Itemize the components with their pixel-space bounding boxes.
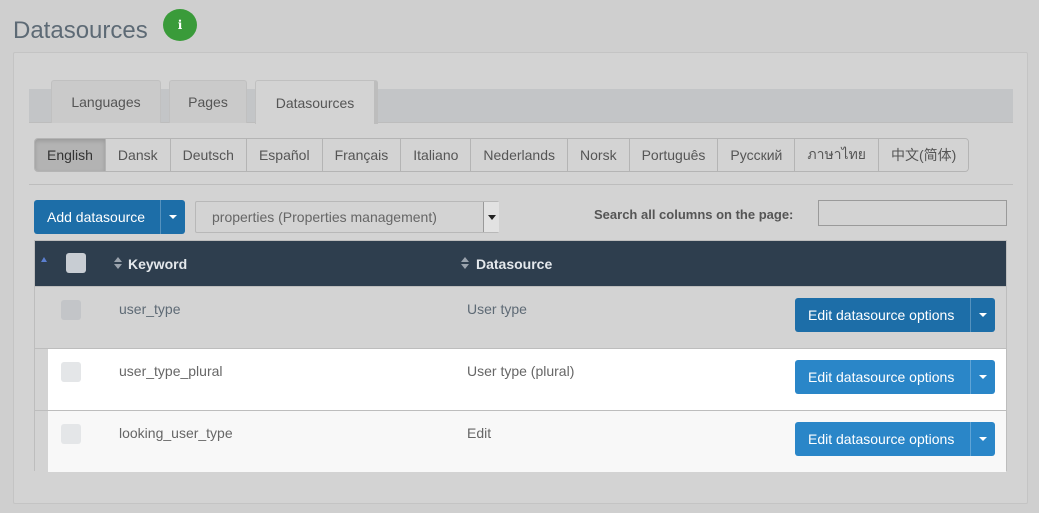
- table-row: user_type_plural User type (plural) Edit…: [35, 348, 1006, 411]
- add-datasource-label: Add datasource: [47, 209, 146, 225]
- lang-button-russian[interactable]: Русский: [718, 139, 796, 171]
- edit-options-label: Edit datasource options: [808, 431, 955, 447]
- edit-datasource-options-button[interactable]: Edit datasource options: [795, 360, 995, 394]
- lang-button-dansk[interactable]: Dansk: [105, 139, 171, 171]
- datasource-select[interactable]: properties (Properties management): [195, 201, 499, 233]
- select-arrow-icon[interactable]: [483, 202, 499, 232]
- edit-datasource-options-button[interactable]: Edit datasource options: [795, 298, 995, 332]
- add-datasource-button[interactable]: Add datasource: [34, 200, 185, 234]
- cell-datasource: Edit: [467, 425, 492, 441]
- lang-button-norsk[interactable]: Norsk: [568, 139, 630, 171]
- tab-strip: Languages Pages Datasources: [29, 80, 1013, 124]
- row-edge: [35, 411, 48, 473]
- sort-ascending-icon[interactable]: [41, 257, 47, 262]
- edit-options-label: Edit datasource options: [808, 369, 955, 385]
- cell-datasource: User type: [467, 301, 527, 317]
- cell-keyword: user_type_plural: [119, 363, 223, 379]
- caret-down-icon: [979, 437, 987, 441]
- tab-pages[interactable]: Pages: [169, 80, 247, 123]
- tab-languages[interactable]: Languages: [51, 80, 161, 123]
- lang-button-italiano[interactable]: Italiano: [401, 139, 472, 171]
- select-all-checkbox[interactable]: [66, 253, 86, 273]
- table-row: user_type User type Edit datasource opti…: [35, 286, 1006, 348]
- search-label: Search all columns on the page:: [594, 207, 794, 222]
- lang-button-chinese[interactable]: 中文(简体): [879, 139, 969, 171]
- lang-button-espanol[interactable]: Español: [246, 139, 323, 171]
- caret-down-icon: [169, 215, 177, 219]
- lang-button-deutsch[interactable]: Deutsch: [170, 139, 247, 171]
- lang-button-thai[interactable]: ภาษาไทย: [795, 139, 880, 171]
- sort-icon[interactable]: [461, 257, 469, 269]
- lang-button-english[interactable]: English: [35, 139, 106, 171]
- cell-keyword: looking_user_type: [119, 425, 233, 441]
- column-header-datasource[interactable]: Datasource: [476, 256, 552, 272]
- main-panel: Languages Pages Datasources English Dans…: [13, 52, 1028, 504]
- cell-datasource: User type (plural): [467, 363, 575, 379]
- lang-button-francais[interactable]: Français: [322, 139, 402, 171]
- lang-button-portugues[interactable]: Português: [629, 139, 719, 171]
- datasource-select-value: properties (Properties management): [212, 209, 437, 225]
- column-header-keyword[interactable]: Keyword: [128, 256, 187, 272]
- info-icon[interactable]: i: [163, 9, 197, 41]
- table-header: Keyword Datasource: [35, 241, 1006, 286]
- row-checkbox[interactable]: [61, 300, 81, 320]
- edit-options-dropdown-toggle[interactable]: [970, 360, 995, 394]
- lang-button-nederlands[interactable]: Nederlands: [471, 139, 569, 171]
- edit-options-label: Edit datasource options: [808, 307, 955, 323]
- datasource-table: Keyword Datasource user_type User type E…: [34, 240, 1007, 473]
- edit-datasource-options-button[interactable]: Edit datasource options: [795, 422, 995, 456]
- edit-options-dropdown-toggle[interactable]: [970, 422, 995, 456]
- tab-datasources[interactable]: Datasources: [255, 80, 378, 124]
- language-selector: English Dansk Deutsch Español Français I…: [34, 138, 970, 172]
- sort-icon[interactable]: [114, 257, 122, 269]
- add-datasource-dropdown-toggle[interactable]: [160, 200, 185, 234]
- cell-keyword: user_type: [119, 301, 181, 317]
- table-row: looking_user_type Edit Edit datasource o…: [35, 410, 1006, 473]
- caret-down-icon: [979, 313, 987, 317]
- caret-down-icon: [979, 375, 987, 379]
- row-checkbox[interactable]: [61, 362, 81, 382]
- row-edge: [35, 349, 48, 411]
- edit-options-dropdown-toggle[interactable]: [970, 298, 995, 332]
- page-title: Datasources: [13, 17, 148, 44]
- row-checkbox[interactable]: [61, 424, 81, 444]
- divider: [29, 184, 1013, 185]
- search-input[interactable]: [818, 200, 1007, 226]
